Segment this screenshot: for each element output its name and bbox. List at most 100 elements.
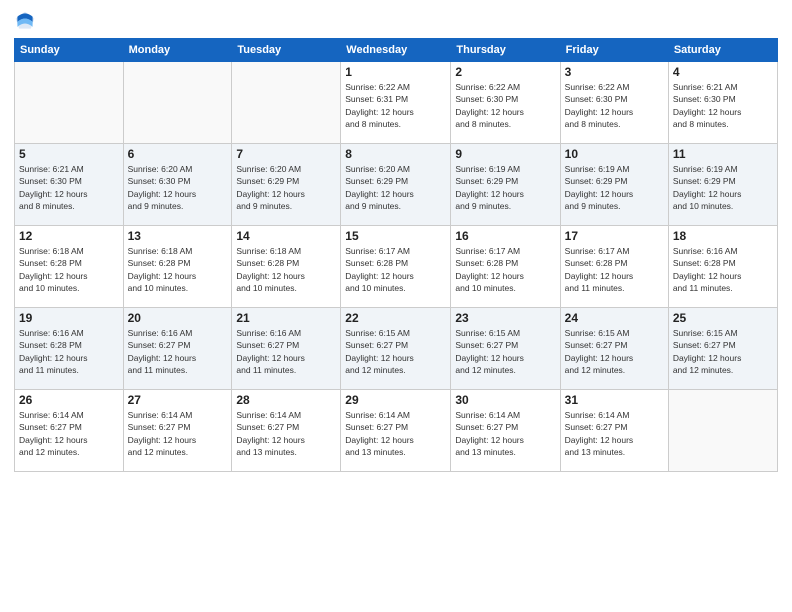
day-number: 1 [345,65,446,79]
day-number: 24 [565,311,664,325]
calendar-cell: 22 Sunrise: 6:15 AM Sunset: 6:27 PM Dayli… [341,308,451,390]
day-info: Sunrise: 6:21 AM Sunset: 6:30 PM Dayligh… [19,163,119,212]
calendar-week-2: 5 Sunrise: 6:21 AM Sunset: 6:30 PM Daylig… [15,144,778,226]
day-number: 19 [19,311,119,325]
calendar-cell [668,390,777,472]
calendar-cell: 12 Sunrise: 6:18 AM Sunset: 6:28 PM Dayli… [15,226,124,308]
calendar-header: SundayMondayTuesdayWednesdayThursdayFrid… [15,39,778,62]
day-info: Sunrise: 6:17 AM Sunset: 6:28 PM Dayligh… [455,245,555,294]
day-number: 26 [19,393,119,407]
day-number: 2 [455,65,555,79]
calendar-cell: 1 Sunrise: 6:22 AM Sunset: 6:31 PM Daylig… [341,62,451,144]
weekday-header-monday: Monday [123,39,232,62]
day-info: Sunrise: 6:22 AM Sunset: 6:31 PM Dayligh… [345,81,446,130]
calendar-cell: 25 Sunrise: 6:15 AM Sunset: 6:27 PM Dayli… [668,308,777,390]
calendar-cell: 19 Sunrise: 6:16 AM Sunset: 6:28 PM Dayli… [15,308,124,390]
day-number: 9 [455,147,555,161]
calendar-cell: 9Sunrise: 6:19 AM Sunset: 6:29 PM Daylig… [451,144,560,226]
calendar-cell: 30 Sunrise: 6:14 AM Sunset: 6:27 PM Dayli… [451,390,560,472]
calendar-cell: 2Sunrise: 6:22 AM Sunset: 6:30 PM Daylig… [451,62,560,144]
weekday-header-saturday: Saturday [668,39,777,62]
calendar-cell [232,62,341,144]
day-number: 29 [345,393,446,407]
calendar-cell: 23 Sunrise: 6:15 AM Sunset: 6:27 PM Dayli… [451,308,560,390]
day-number: 12 [19,229,119,243]
day-info: Sunrise: 6:19 AM Sunset: 6:29 PM Dayligh… [565,163,664,212]
day-number: 8 [345,147,446,161]
calendar-week-1: 1 Sunrise: 6:22 AM Sunset: 6:31 PM Daylig… [15,62,778,144]
day-info: Sunrise: 6:14 AM Sunset: 6:27 PM Dayligh… [345,409,446,458]
day-info: Sunrise: 6:16 AM Sunset: 6:28 PM Dayligh… [673,245,773,294]
calendar-cell: 13 Sunrise: 6:18 AM Sunset: 6:28 PM Dayli… [123,226,232,308]
day-info: Sunrise: 6:19 AM Sunset: 6:29 PM Dayligh… [673,163,773,212]
calendar-cell: 15 Sunrise: 6:17 AM Sunset: 6:28 PM Dayli… [341,226,451,308]
day-number: 22 [345,311,446,325]
calendar-body: 1 Sunrise: 6:22 AM Sunset: 6:31 PM Daylig… [15,62,778,472]
weekday-header-friday: Friday [560,39,668,62]
logo [14,10,38,32]
calendar-cell: 14 Sunrise: 6:18 AM Sunset: 6:28 PM Dayli… [232,226,341,308]
calendar-week-3: 12 Sunrise: 6:18 AM Sunset: 6:28 PM Dayli… [15,226,778,308]
calendar-cell: 8Sunrise: 6:20 AM Sunset: 6:29 PM Daylig… [341,144,451,226]
day-info: Sunrise: 6:15 AM Sunset: 6:27 PM Dayligh… [673,327,773,376]
day-info: Sunrise: 6:20 AM Sunset: 6:29 PM Dayligh… [236,163,336,212]
day-number: 23 [455,311,555,325]
day-number: 11 [673,147,773,161]
calendar-cell: 18 Sunrise: 6:16 AM Sunset: 6:28 PM Dayli… [668,226,777,308]
calendar-cell: 6Sunrise: 6:20 AM Sunset: 6:30 PM Daylig… [123,144,232,226]
day-number: 27 [128,393,228,407]
calendar-cell: 29 Sunrise: 6:14 AM Sunset: 6:27 PM Dayli… [341,390,451,472]
day-info: Sunrise: 6:14 AM Sunset: 6:27 PM Dayligh… [128,409,228,458]
calendar-cell: 28Sunrise: 6:14 AM Sunset: 6:27 PM Dayli… [232,390,341,472]
day-number: 17 [565,229,664,243]
day-info: Sunrise: 6:18 AM Sunset: 6:28 PM Dayligh… [128,245,228,294]
day-number: 10 [565,147,664,161]
day-number: 20 [128,311,228,325]
calendar-cell: 3 Sunrise: 6:22 AM Sunset: 6:30 PM Daylig… [560,62,668,144]
calendar-cell: 10 Sunrise: 6:19 AM Sunset: 6:29 PM Dayli… [560,144,668,226]
day-number: 16 [455,229,555,243]
weekday-header-sunday: Sunday [15,39,124,62]
day-number: 14 [236,229,336,243]
day-info: Sunrise: 6:14 AM Sunset: 6:27 PM Dayligh… [565,409,664,458]
day-info: Sunrise: 6:17 AM Sunset: 6:28 PM Dayligh… [345,245,446,294]
calendar: SundayMondayTuesdayWednesdayThursdayFrid… [14,38,778,472]
day-info: Sunrise: 6:15 AM Sunset: 6:27 PM Dayligh… [455,327,555,376]
day-number: 3 [565,65,664,79]
day-number: 4 [673,65,773,79]
day-info: Sunrise: 6:17 AM Sunset: 6:28 PM Dayligh… [565,245,664,294]
calendar-cell [123,62,232,144]
calendar-cell: 7Sunrise: 6:20 AM Sunset: 6:29 PM Daylig… [232,144,341,226]
day-info: Sunrise: 6:15 AM Sunset: 6:27 PM Dayligh… [345,327,446,376]
day-info: Sunrise: 6:22 AM Sunset: 6:30 PM Dayligh… [565,81,664,130]
day-info: Sunrise: 6:18 AM Sunset: 6:28 PM Dayligh… [236,245,336,294]
calendar-cell: 5 Sunrise: 6:21 AM Sunset: 6:30 PM Daylig… [15,144,124,226]
calendar-cell: 21Sunrise: 6:16 AM Sunset: 6:27 PM Dayli… [232,308,341,390]
day-number: 15 [345,229,446,243]
day-number: 31 [565,393,664,407]
day-info: Sunrise: 6:14 AM Sunset: 6:27 PM Dayligh… [455,409,555,458]
calendar-cell [15,62,124,144]
weekday-row: SundayMondayTuesdayWednesdayThursdayFrid… [15,39,778,62]
day-info: Sunrise: 6:14 AM Sunset: 6:27 PM Dayligh… [19,409,119,458]
day-info: Sunrise: 6:16 AM Sunset: 6:27 PM Dayligh… [128,327,228,376]
day-info: Sunrise: 6:21 AM Sunset: 6:30 PM Dayligh… [673,81,773,130]
page: SundayMondayTuesdayWednesdayThursdayFrid… [0,0,792,612]
day-number: 25 [673,311,773,325]
logo-icon [14,10,36,32]
day-info: Sunrise: 6:14 AM Sunset: 6:27 PM Dayligh… [236,409,336,458]
day-info: Sunrise: 6:16 AM Sunset: 6:27 PM Dayligh… [236,327,336,376]
day-info: Sunrise: 6:15 AM Sunset: 6:27 PM Dayligh… [565,327,664,376]
weekday-header-tuesday: Tuesday [232,39,341,62]
calendar-cell: 26 Sunrise: 6:14 AM Sunset: 6:27 PM Dayli… [15,390,124,472]
calendar-cell: 11 Sunrise: 6:19 AM Sunset: 6:29 PM Dayli… [668,144,777,226]
day-info: Sunrise: 6:18 AM Sunset: 6:28 PM Dayligh… [19,245,119,294]
calendar-cell: 4 Sunrise: 6:21 AM Sunset: 6:30 PM Daylig… [668,62,777,144]
day-info: Sunrise: 6:16 AM Sunset: 6:28 PM Dayligh… [19,327,119,376]
day-number: 30 [455,393,555,407]
day-number: 13 [128,229,228,243]
day-number: 18 [673,229,773,243]
day-number: 5 [19,147,119,161]
calendar-week-5: 26 Sunrise: 6:14 AM Sunset: 6:27 PM Dayli… [15,390,778,472]
calendar-cell: 17 Sunrise: 6:17 AM Sunset: 6:28 PM Dayli… [560,226,668,308]
